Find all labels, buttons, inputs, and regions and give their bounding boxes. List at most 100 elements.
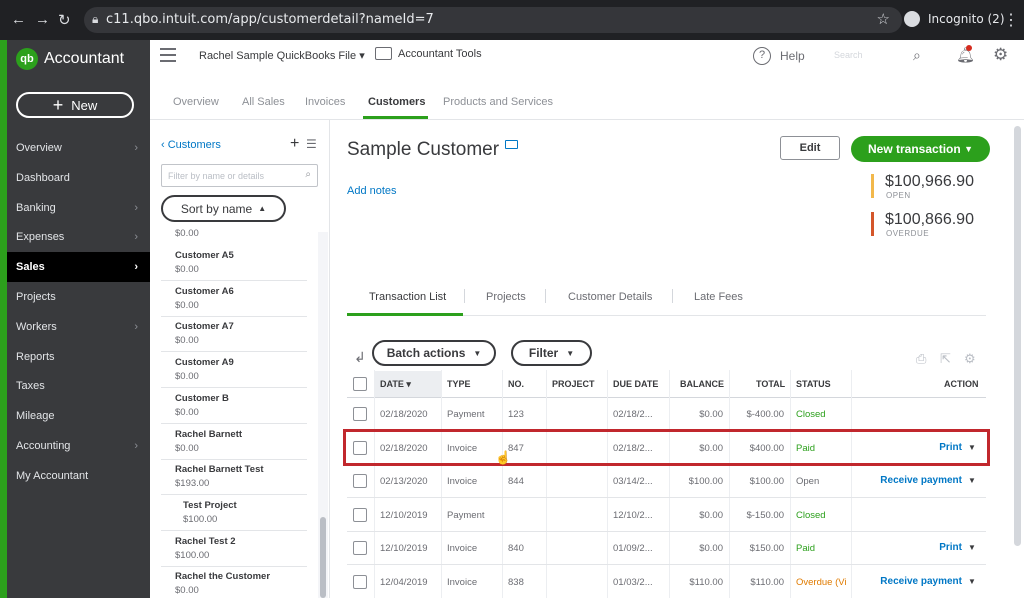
sidebar-item-overview[interactable]: Overview › xyxy=(7,133,150,163)
export-icon[interactable]: ⇱ xyxy=(940,351,951,367)
row-checkbox[interactable] xyxy=(353,474,367,489)
list-item[interactable]: Rachel Barnett Test $193.00 xyxy=(161,459,307,496)
list-item[interactable]: Customer A9 $0.00 xyxy=(161,352,307,389)
sidebar-item-projects[interactable]: Projects xyxy=(7,282,150,312)
filter-button[interactable]: Filter ▼ xyxy=(511,340,592,366)
list-item[interactable]: Customer A7 $0.00 xyxy=(161,316,307,353)
tab-customer-details[interactable]: Customer Details xyxy=(568,291,652,303)
help-icon[interactable]: ? xyxy=(753,47,771,65)
receive-payment-link[interactable]: Receive payment xyxy=(880,475,962,486)
print-icon[interactable]: ⎙ xyxy=(916,351,926,367)
batch-actions-button[interactable]: Batch actions ▼ xyxy=(372,340,496,366)
sort-label: Sort by name xyxy=(180,201,253,216)
row-checkbox[interactable] xyxy=(353,507,367,522)
select-all-checkbox[interactable] xyxy=(353,377,367,391)
new-transaction-button[interactable]: New transaction ▼ xyxy=(851,136,990,162)
list-item[interactable]: Rachel Barnett $0.00 xyxy=(161,424,307,460)
tab-late-fees[interactable]: Late Fees xyxy=(694,291,743,303)
tab-overview[interactable]: Overview xyxy=(173,96,219,108)
customer-title: Sample Customer xyxy=(347,139,500,160)
sidebar-item-accounting[interactable]: Accounting › xyxy=(7,431,150,461)
address-bar[interactable]: 🔒︎ c11.qbo.intuit.com/app/customerdetail… xyxy=(84,7,902,33)
cell-number: 123 xyxy=(508,409,524,420)
sidebar-item-my-accountant[interactable]: My Accountant xyxy=(7,461,150,491)
sidebar-item-sales[interactable]: Sales › xyxy=(7,252,150,283)
sort-by-name-button[interactable]: Sort by name ▲ xyxy=(161,195,286,222)
row-checkbox[interactable] xyxy=(353,575,367,589)
col-type-header[interactable]: TYPE xyxy=(447,379,471,389)
list-item[interactable]: Rachel the Customer $0.00 xyxy=(161,566,307,598)
hamburger-menu-icon[interactable] xyxy=(160,48,176,66)
sidebar-item-dashboard[interactable]: Dashboard xyxy=(7,163,150,193)
add-customer-icon[interactable]: + xyxy=(290,135,299,153)
back-link-label: Customers xyxy=(167,139,221,151)
action-dropdown-icon[interactable]: ▼ xyxy=(968,543,976,552)
col-status-header[interactable]: STATUS xyxy=(796,379,831,389)
sidebar-item-label: Overview xyxy=(16,142,62,154)
sort-up-icon: ▲ xyxy=(258,204,267,213)
back-to-customers-link[interactable]: ‹ Customers xyxy=(161,139,221,151)
sidebar-item-reports[interactable]: Reports xyxy=(7,342,150,372)
table-header xyxy=(347,370,986,398)
list-item[interactable]: Customer A5 $0.00 xyxy=(161,245,307,281)
company-switcher[interactable]: Rachel Sample QuickBooks File ▾ xyxy=(199,49,365,62)
search-icon[interactable]: ⌕ xyxy=(913,47,921,64)
action-dropdown-icon[interactable]: ▼ xyxy=(968,577,976,586)
new-button[interactable]: + New xyxy=(16,92,134,118)
sidebar-item-workers[interactable]: Workers › xyxy=(7,312,150,342)
reload-icon[interactable]: ↻ xyxy=(58,11,71,29)
tab-projects[interactable]: Projects xyxy=(486,291,526,303)
sidebar-item-taxes[interactable]: Taxes xyxy=(7,371,150,401)
tab-all-sales[interactable]: All Sales xyxy=(242,96,285,108)
tab-products-services[interactable]: Products and Services xyxy=(443,96,553,108)
sidebar-item-mileage[interactable]: Mileage xyxy=(7,401,150,431)
back-arrow-icon[interactable]: ← xyxy=(11,11,26,28)
print-link[interactable]: Print xyxy=(939,542,962,553)
row-checkbox[interactable] xyxy=(353,541,367,556)
table-row[interactable] xyxy=(347,532,986,566)
page-scrollbar[interactable] xyxy=(1014,126,1021,598)
list-item[interactable]: Customer A6 $0.00 xyxy=(161,281,307,317)
col-due-date-header[interactable]: DUE DATE xyxy=(613,379,658,389)
customer-filter-input[interactable]: Filter by name or details ⌕ xyxy=(161,164,318,187)
cell-total: $150.00 xyxy=(749,543,784,555)
tab-customers[interactable]: Customers xyxy=(368,96,425,108)
sidebar-item-banking[interactable]: Banking › xyxy=(7,193,150,223)
col-balance-header[interactable]: BALANCE xyxy=(680,379,724,389)
add-notes-link[interactable]: Add notes xyxy=(347,185,397,197)
col-no-header[interactable]: NO. xyxy=(508,379,524,389)
table-row[interactable] xyxy=(347,499,986,532)
edit-button[interactable]: Edit xyxy=(780,136,840,160)
action-dropdown-icon[interactable]: ▼ xyxy=(968,476,976,485)
search-input[interactable]: Search xyxy=(834,50,863,60)
incognito-label[interactable]: Incognito (2) xyxy=(928,12,1005,26)
table-settings-gear-icon[interactable]: ⚙ xyxy=(964,351,976,367)
tab-invoices[interactable]: Invoices xyxy=(305,96,345,108)
accountant-tools-button[interactable]: Accountant Tools xyxy=(375,47,482,60)
col-date-header[interactable]: DATE ▾ xyxy=(380,379,411,390)
receive-payment-link[interactable]: Receive payment xyxy=(880,576,962,587)
forward-arrow-icon[interactable]: → xyxy=(35,11,50,28)
browser-menu-icon[interactable]: ⋮ xyxy=(1003,10,1019,30)
sidebar-item-label: My Accountant xyxy=(16,469,89,482)
list-item[interactable]: Test Project $100.00 xyxy=(161,495,307,531)
sidebar-item-expenses[interactable]: Expenses › xyxy=(7,222,150,252)
tab-transaction-list[interactable]: Transaction List xyxy=(369,291,446,303)
table-row[interactable] xyxy=(347,398,986,431)
customer-balance: $0.00 xyxy=(175,442,199,454)
collapse-list-icon[interactable]: ☰ xyxy=(306,137,317,151)
email-icon[interactable] xyxy=(505,140,518,149)
row-checkbox[interactable] xyxy=(353,407,367,421)
brand-logo[interactable]: qb Accountant xyxy=(16,48,124,70)
bookmark-star-icon[interactable]: ☆ xyxy=(877,10,890,28)
help-label[interactable]: Help xyxy=(780,49,805,63)
col-project-header[interactable]: PROJECT xyxy=(552,379,595,389)
sidebar-item-label: Sales xyxy=(16,261,45,274)
col-total-header[interactable]: TOTAL xyxy=(756,379,785,389)
list-item[interactable]: Customer B $0.00 xyxy=(161,388,307,424)
sort-direction-icon[interactable]: ↲ xyxy=(354,349,366,366)
page-scroll-thumb[interactable] xyxy=(1014,126,1021,546)
gear-icon[interactable]: ⚙ xyxy=(993,45,1008,65)
customer-list-scroll-thumb[interactable] xyxy=(320,517,326,598)
list-item[interactable]: Rachel Test 2 $100.00 xyxy=(161,531,307,567)
